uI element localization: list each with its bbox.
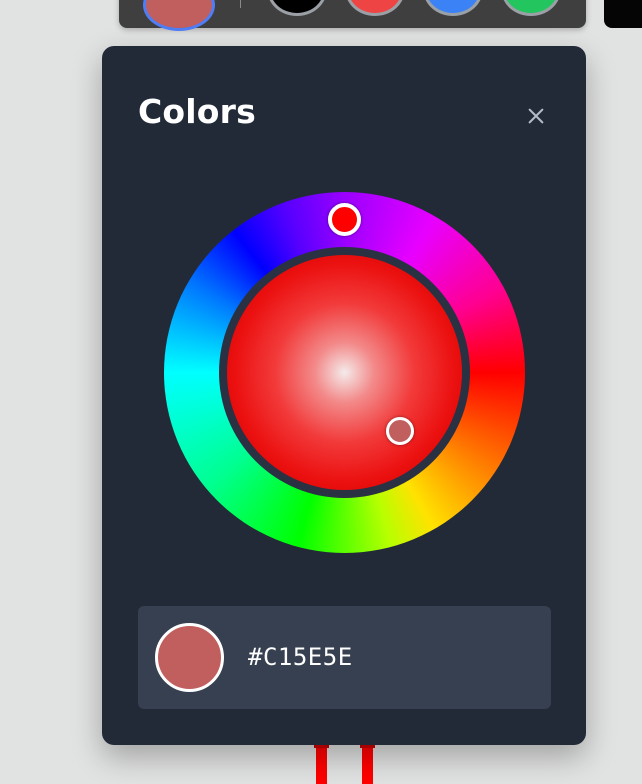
toolbar-swatch-red[interactable] [345,0,405,16]
color-handle[interactable] [386,417,414,445]
hue-wheel[interactable] [164,192,525,553]
hex-value[interactable]: #C15E5E [248,642,353,672]
toolbar-swatch-black[interactable] [267,0,327,16]
toolbar-dark-panel [604,0,642,28]
saturation-brightness-picker[interactable] [227,255,462,490]
connector-line-right [360,744,375,784]
colors-panel: Colors #C15E5E [102,46,586,745]
toolbar-swatch-green[interactable] [501,0,561,16]
selected-color-swatch[interactable] [155,623,224,692]
close-icon[interactable] [518,98,554,134]
toolbar-divider [240,0,241,8]
toolbar-swatch-blue[interactable] [423,0,483,16]
hue-handle[interactable] [328,203,361,236]
panel-title: Colors [138,92,256,131]
connector-line-left [314,744,329,784]
color-toolbar [119,0,586,31]
selected-color-row: #C15E5E [138,606,551,709]
toolbar-swatch-current[interactable] [143,0,215,31]
